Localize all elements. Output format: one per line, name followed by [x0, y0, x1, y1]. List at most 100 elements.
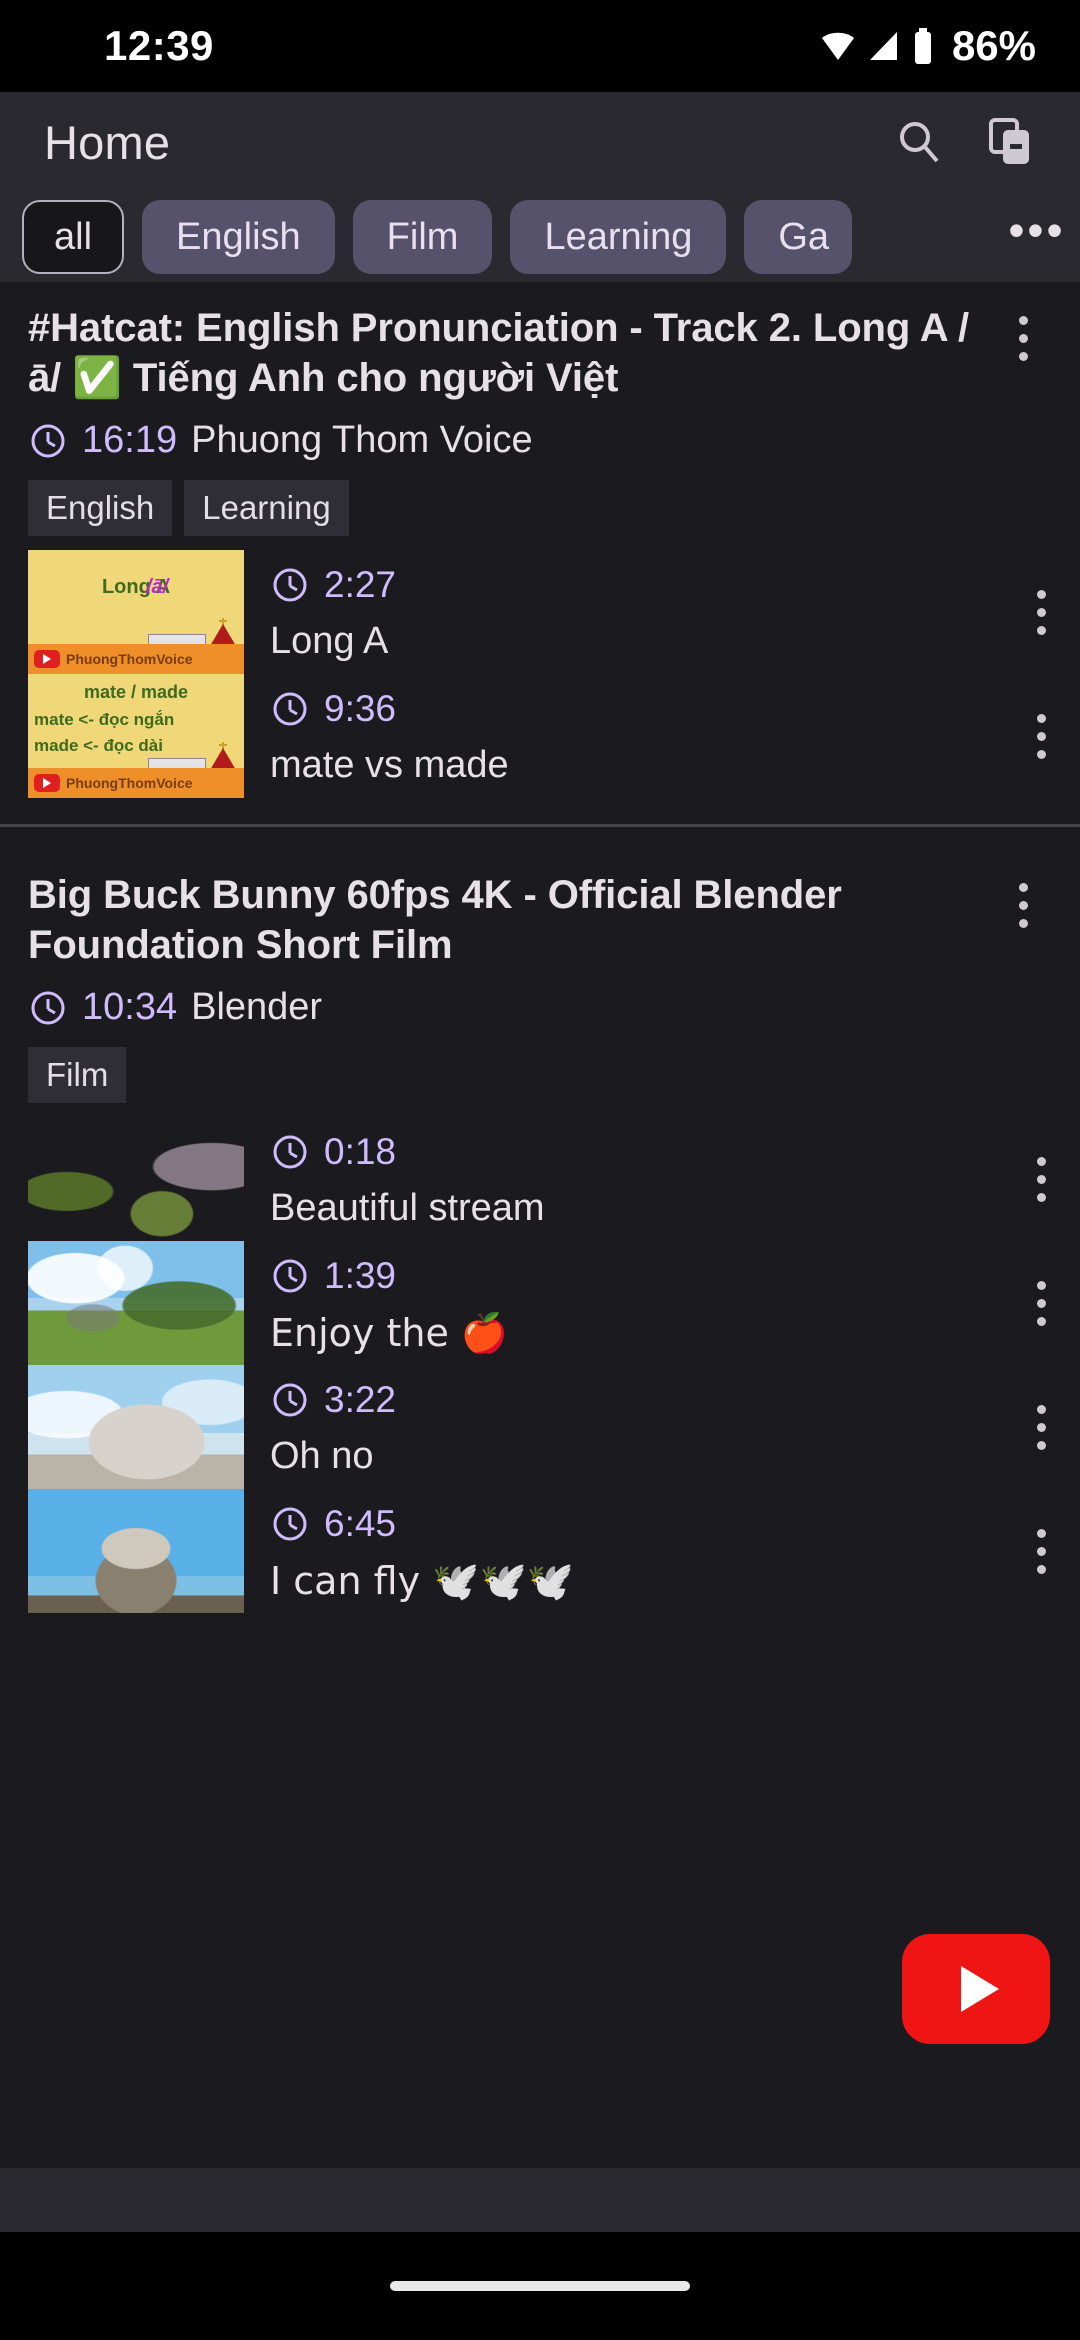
- thumb-watermark-text: PhuongThomVoice: [66, 651, 193, 668]
- timestamp-label: I can fly 🕊️🕊️🕊️: [270, 1559, 575, 1604]
- video-title: #Hatcat: English Pronunciation - Track 2…: [28, 306, 970, 400]
- timestamp-time-group: 3:22: [270, 1365, 1002, 1421]
- search-icon[interactable]: [888, 111, 950, 173]
- video-card-header: #Hatcat: English Pronunciation - Track 2…: [0, 282, 1080, 403]
- play-icon: [961, 1966, 999, 2012]
- clock-icon: [270, 1132, 310, 1172]
- app-bar: Home: [0, 92, 1080, 192]
- video-channel: Blender: [191, 986, 323, 1029]
- wifi-icon: [818, 29, 854, 63]
- youtube-icon: [34, 650, 60, 669]
- timestamp-body: 0:18 Beautiful stream: [244, 1117, 1002, 1241]
- timestamp-label: Oh no: [270, 1435, 374, 1478]
- timestamp-label: Beautiful stream: [270, 1187, 545, 1230]
- youtube-icon: [34, 774, 60, 793]
- timestamp-time: 6:45: [324, 1503, 397, 1545]
- video-meta: 16:19 Phuong Thom Voice: [0, 403, 1080, 462]
- thumb-text-long-a: Long A: [101, 576, 171, 599]
- youtube-fab[interactable]: [902, 1934, 1050, 2044]
- battery-icon: [912, 28, 934, 64]
- clock-icon: [28, 421, 68, 461]
- timestamp-body: 6:45 I can fly 🕊️🕊️🕊️: [244, 1489, 1002, 1613]
- clock-icon: [270, 1380, 310, 1420]
- timestamp-thumbnail: mate / made mate <- đọc ngắn made <- đọc…: [28, 674, 244, 799]
- timestamp-thumbnail: [28, 1117, 244, 1242]
- page-title: Home: [44, 115, 171, 169]
- thumb-watermark: PhuongThomVoice: [28, 768, 244, 799]
- signal-icon: [866, 29, 900, 63]
- timestamp-row[interactable]: 6:45 I can fly 🕊️🕊️🕊️: [0, 1489, 1080, 1614]
- timestamp-thumbnail: [28, 1241, 244, 1366]
- video-card-header: Big Buck Bunny 60fps 4K - Official Blend…: [0, 849, 1080, 970]
- video-overflow-menu-icon[interactable]: [994, 304, 1052, 403]
- queue-icon[interactable]: [980, 111, 1042, 173]
- bottom-surface-strip: [0, 2168, 1080, 2232]
- tag-badge[interactable]: Learning: [184, 480, 349, 537]
- thumb-watermark: PhuongThomVoice: [28, 644, 244, 675]
- filter-chip-row[interactable]: all English Film Learning Ga •••: [0, 192, 1080, 282]
- timestamp-time: 3:22: [324, 1379, 397, 1421]
- filter-chip-english[interactable]: English: [142, 200, 335, 274]
- timestamp-overflow-menu-icon[interactable]: [1002, 1489, 1080, 1613]
- thumb-text-mate-made: mate / made: [83, 682, 189, 703]
- video-duration: 16:19: [82, 419, 178, 462]
- video-title: Big Buck Bunny 60fps 4K - Official Blend…: [28, 873, 842, 967]
- video-overflow-menu-icon[interactable]: [994, 871, 1052, 970]
- video-tags: English Learning: [0, 462, 1080, 537]
- tag-badge[interactable]: Film: [28, 1047, 127, 1104]
- filter-chip-games[interactable]: Ga: [744, 200, 853, 274]
- timestamp-time: 2:27: [324, 564, 397, 606]
- video-duration: 10:34: [82, 986, 178, 1029]
- video-tags: Film: [0, 1029, 1080, 1104]
- timestamp-thumbnail: [28, 1365, 244, 1490]
- system-navigation-bar[interactable]: [0, 2232, 1080, 2340]
- filter-chip-film[interactable]: Film: [352, 200, 493, 274]
- timestamp-label: Enjoy the 🍎: [270, 1311, 509, 1356]
- thumb-text-mate-short: mate <- đọc ngắn: [34, 710, 175, 730]
- thumb-watermark-text: PhuongThomVoice: [66, 775, 193, 792]
- app-bar-actions: [888, 111, 1042, 173]
- clock-icon: [270, 689, 310, 729]
- timestamp-body: 3:22 Oh no: [244, 1365, 1002, 1489]
- status-bar: 12:39 86%: [0, 0, 1080, 92]
- timestamp-overflow-menu-icon[interactable]: [1002, 550, 1080, 674]
- status-bar-clock: 12:39: [104, 22, 214, 69]
- app-root: 12:39 86% Home all English Film Learning…: [0, 0, 1080, 2340]
- timestamp-time-group: 1:39: [270, 1241, 1002, 1297]
- clock-icon: [270, 565, 310, 605]
- timestamp-time-group: 6:45: [270, 1489, 1002, 1545]
- timestamp-label: mate vs made: [270, 744, 509, 787]
- video-meta: 10:34 Blender: [0, 970, 1080, 1029]
- chip-overflow-icon[interactable]: •••: [994, 192, 1080, 282]
- timestamp-row[interactable]: Long A /ā/ PhuongThomVoice 2:27 Long A: [0, 550, 1080, 675]
- thumb-text-long-a-phoneme: /ā/: [146, 576, 169, 599]
- timestamp-list: Long A /ā/ PhuongThomVoice 2:27 Long A m…: [0, 550, 1080, 799]
- timestamp-list: 0:18 Beautiful stream 1:39 Enjoy the 🍎 3…: [0, 1117, 1080, 1614]
- video-list: #Hatcat: English Pronunciation - Track 2…: [0, 282, 1080, 1614]
- timestamp-time: 1:39: [324, 1255, 397, 1297]
- tag-badge[interactable]: English: [28, 480, 173, 537]
- timestamp-thumbnail: Long A /ā/ PhuongThomVoice: [28, 550, 244, 675]
- filter-chip-learning[interactable]: Learning: [510, 200, 727, 274]
- timestamp-overflow-menu-icon[interactable]: [1002, 1365, 1080, 1489]
- timestamp-label: Long A: [270, 620, 389, 663]
- timestamp-overflow-menu-icon[interactable]: [1002, 1241, 1080, 1365]
- home-gesture-handle[interactable]: [390, 2281, 690, 2291]
- timestamp-overflow-menu-icon[interactable]: [1002, 1117, 1080, 1241]
- filter-chip-all[interactable]: all: [22, 200, 125, 274]
- timestamp-row[interactable]: 0:18 Beautiful stream: [0, 1117, 1080, 1242]
- video-card[interactable]: #Hatcat: English Pronunciation - Track 2…: [0, 282, 1080, 828]
- clock-icon: [270, 1256, 310, 1296]
- battery-percent: 86%: [951, 22, 1036, 69]
- timestamp-overflow-menu-icon[interactable]: [1002, 674, 1080, 798]
- timestamp-body: 2:27 Long A: [244, 550, 1002, 674]
- timestamp-row[interactable]: 1:39 Enjoy the 🍎: [0, 1241, 1080, 1366]
- timestamp-time: 9:36: [324, 688, 397, 730]
- timestamp-body: 1:39 Enjoy the 🍎: [244, 1241, 1002, 1365]
- timestamp-row[interactable]: 3:22 Oh no: [0, 1365, 1080, 1490]
- timestamp-row[interactable]: mate / made mate <- đọc ngắn made <- đọc…: [0, 674, 1080, 799]
- timestamp-thumbnail: [28, 1489, 244, 1614]
- timestamp-time-group: 9:36: [270, 674, 1002, 730]
- video-card[interactable]: Big Buck Bunny 60fps 4K - Official Blend…: [0, 827, 1080, 1614]
- video-channel: Phuong Thom Voice: [191, 419, 533, 462]
